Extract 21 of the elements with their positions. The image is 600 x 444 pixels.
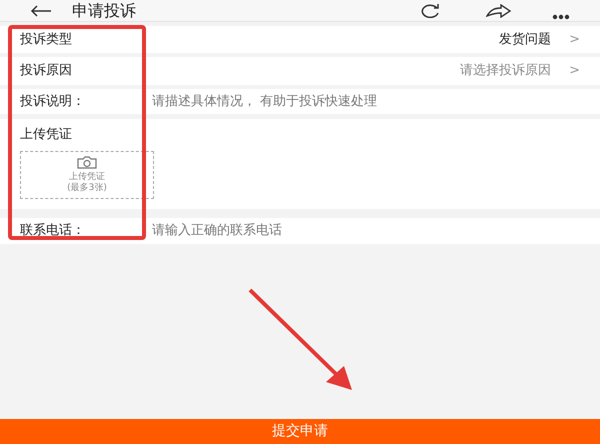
form-field[interactable]: 投诉说明： 请描述具体情况， 有助于投诉快速处理 — [0, 89, 600, 114]
input-field[interactable]: 请描述具体情况， 有助于投诉快速处理 — [148, 92, 580, 112]
back-icon[interactable] — [30, 4, 52, 16]
field-label: 联系电话： — [20, 222, 86, 240]
chevron-button[interactable]: > — [569, 61, 580, 81]
input-field[interactable]: 请输入正确的联系电话 — [148, 220, 580, 240]
select-value[interactable]: 发货问题 — [499, 30, 552, 50]
page-title: 申请投诉 — [72, 2, 137, 18]
camera-icon — [77, 156, 97, 170]
field-label: 投诉原因 — [20, 62, 72, 80]
refresh-icon[interactable] — [419, 4, 441, 18]
section-label: 上传凭证 — [20, 126, 72, 144]
submit-button[interactable]: 提交申请 — [0, 419, 600, 444]
upload-button[interactable]: 上传凭证 (最多3张) — [20, 150, 154, 198]
share-icon[interactable] — [486, 4, 512, 18]
chevron-button[interactable]: > — [569, 30, 580, 50]
form-field[interactable]: 联系电话： 请输入正确的联系电话 — [0, 218, 600, 244]
field-label: 投诉说明： — [20, 92, 86, 111]
select-placeholder[interactable]: 请选择投诉原因 — [460, 61, 552, 81]
more-icon[interactable] — [552, 14, 570, 20]
field-label: 投诉类型 — [20, 30, 72, 49]
